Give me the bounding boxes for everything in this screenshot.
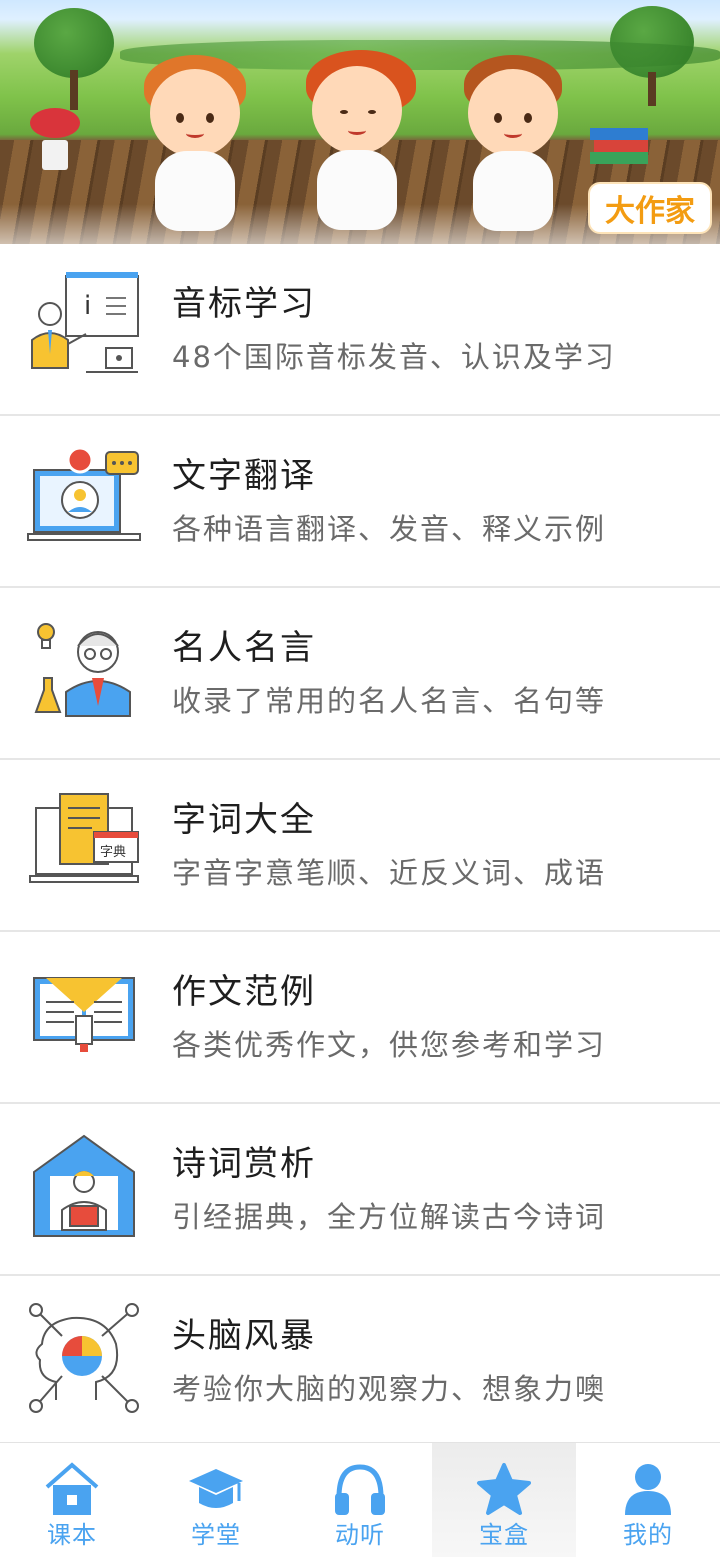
bottom-tab-bar: 课本 学堂 动听 宝盒 我的 (0, 1442, 720, 1557)
professor-icon (34, 623, 131, 717)
tab-school[interactable]: 学堂 (144, 1443, 288, 1557)
item-title: 作文范例 (172, 972, 316, 1012)
item-subtitle: 各类优秀作文，供您参考和学习 (172, 1028, 607, 1062)
item-subtitle: 字音字意笔顺、近反义词、成语 (172, 856, 607, 890)
svg-text:字典: 字典 (100, 845, 126, 860)
brain-network-icon (29, 1303, 139, 1413)
tree-illustration (34, 8, 114, 78)
open-book-icon (33, 977, 135, 1052)
item-subtitle: 考验你大脑的观察力、想象力噢 (172, 1372, 607, 1406)
home-icon (45, 1462, 99, 1515)
list-item-dictionary[interactable]: 字典 字词大全 字音字意笔顺、近反义词、成语 (0, 760, 720, 932)
list-item-phonetics[interactable]: i 音标学习 48个国际音标发音、认识及学习 (0, 244, 720, 416)
reading-house-icon (33, 1134, 135, 1237)
tab-label: 宝盒 (479, 1521, 529, 1549)
item-title: 字词大全 (172, 800, 316, 840)
star-icon (477, 1463, 531, 1515)
list-item-quotes[interactable]: 名人名言 收录了常用的名人名言、名句等 (0, 588, 720, 760)
item-subtitle: 48个国际音标发音、认识及学习 (172, 340, 616, 374)
item-title: 头脑风暴 (172, 1316, 316, 1356)
tab-mine[interactable]: 我的 (576, 1443, 720, 1557)
tab-label: 动听 (335, 1521, 385, 1549)
brand-badge: 大作家 (588, 182, 712, 234)
tab-label: 学堂 (191, 1521, 241, 1549)
svg-text:i: i (84, 291, 91, 321)
list-item-translation[interactable]: 文字翻译 各种语言翻译、发音、释义示例 (0, 416, 720, 588)
item-subtitle: 收录了常用的名人名言、名句等 (172, 684, 607, 718)
item-title: 名人名言 (172, 628, 316, 668)
laptop-chat-icon (27, 446, 141, 541)
header-banner: 大作家 (0, 0, 720, 244)
graduation-cap-icon (189, 1469, 243, 1508)
feature-list: i 音标学习 48个国际音标发音、认识及学习 文字翻译 各种语言翻译、发音、释义… (0, 244, 720, 1448)
tab-listen[interactable]: 动听 (288, 1443, 432, 1557)
list-item-essays[interactable]: 作文范例 各类优秀作文，供您参考和学习 (0, 932, 720, 1104)
item-subtitle: 各种语言翻译、发音、释义示例 (172, 512, 607, 546)
dictionary-icon: 字典 (29, 793, 139, 883)
tab-treasure[interactable]: 宝盒 (432, 1443, 576, 1557)
person-icon (625, 1464, 671, 1515)
list-item-brainstorm[interactable]: 头脑风暴 考验你大脑的观察力、想象力噢 (0, 1276, 720, 1448)
tab-textbook[interactable]: 课本 (0, 1443, 144, 1557)
item-title: 文字翻译 (172, 456, 316, 496)
teacher-board-icon: i (31, 272, 139, 373)
item-title: 诗词赏析 (172, 1144, 316, 1184)
headphones-icon (335, 1464, 385, 1515)
tab-label: 我的 (623, 1521, 673, 1549)
item-title: 音标学习 (172, 284, 316, 324)
list-item-poetry[interactable]: 诗词赏析 引经据典，全方位解读古今诗词 (0, 1104, 720, 1276)
tab-label: 课本 (47, 1521, 97, 1549)
item-subtitle: 引经据典，全方位解读古今诗词 (172, 1200, 607, 1234)
